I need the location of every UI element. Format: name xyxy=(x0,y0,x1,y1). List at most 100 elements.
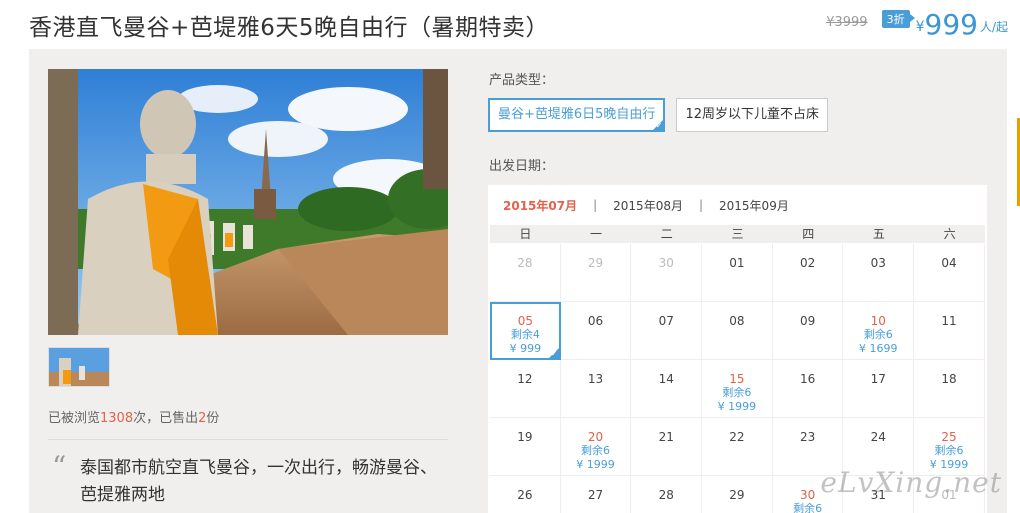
day-number: 07 xyxy=(658,314,674,328)
calendar-day-available[interactable]: 05 剩余4 ¥ 999 ✓ xyxy=(490,302,561,360)
day-number: 28 xyxy=(517,256,533,270)
stats-prefix: 已被浏览 xyxy=(48,411,101,426)
weekday-label: 五 xyxy=(872,227,885,241)
day-number: 04 xyxy=(941,256,957,270)
product-panel: 已被浏览1308次，已售出2份 “ 泰国都市航空直飞曼谷，一次出行，畅游曼谷、芭… xyxy=(29,49,1007,513)
calendar-day: 21 xyxy=(631,418,703,476)
day-number: 01 xyxy=(729,256,745,270)
discount-badge: 3折 xyxy=(881,10,915,28)
product-type-label: 产品类型： xyxy=(489,73,555,88)
stats-mid: 次，已售出 xyxy=(133,411,199,426)
current-price: 999 xyxy=(924,8,978,41)
day-number: 03 xyxy=(870,256,886,270)
product-page: 香港直飞曼谷+芭堤雅6天5晚自由行（暑期特卖） ¥3999 3折 ¥ 999 人… xyxy=(0,0,1020,513)
remaining-seats: 剩余6 xyxy=(581,444,611,457)
day-number: 02 xyxy=(799,256,816,270)
day-number: 21 xyxy=(658,430,674,444)
calendar-day: 04 xyxy=(914,244,985,302)
quote-icon: “ xyxy=(52,450,67,483)
day-number: 12 xyxy=(517,372,533,386)
view-stats: 已被浏览1308次，已售出2份 xyxy=(48,407,219,426)
day-number: 29 xyxy=(587,256,604,270)
remaining-seats: 剩余6 xyxy=(863,328,893,341)
calendar-day: 27 xyxy=(561,476,632,513)
calendar-day-available[interactable]: 15 剩余6 ¥ 1999 xyxy=(702,360,773,418)
calendar-day: 14 xyxy=(631,360,703,418)
calendar-day: 19 xyxy=(490,418,561,476)
page-title: 香港直飞曼谷+芭堤雅6天5晚自由行（暑期特卖） xyxy=(29,15,550,41)
month-separator: | xyxy=(698,198,704,212)
day-number: 27 xyxy=(587,488,604,502)
calendar-day: 09 xyxy=(772,302,844,360)
day-number: 29 xyxy=(729,488,745,502)
departure-date-label: 出发日期： xyxy=(489,159,555,174)
day-number: 22 xyxy=(729,430,745,444)
view-count: 1308 xyxy=(100,411,134,426)
remaining-seats: 剩余6 xyxy=(722,386,752,399)
calendar-day: 17 xyxy=(843,360,915,418)
watermark-logo: eLvXing.net xyxy=(820,466,1002,499)
intro-text: 泰国都市航空直飞曼谷，一次出行，畅游曼谷、芭提雅两地 xyxy=(80,458,437,505)
month-tab-2015-09[interactable]: 2015年09月 xyxy=(719,197,789,214)
calendar-day: 16 xyxy=(772,360,844,418)
calendar-day: 07 xyxy=(631,302,703,360)
month-separator: | xyxy=(593,198,598,212)
day-number: 10 xyxy=(870,314,886,328)
day-number: 06 xyxy=(587,314,604,328)
calendar-day: 29 xyxy=(702,476,773,513)
currency-symbol: ¥ xyxy=(915,19,925,35)
price-unit: 人/起 xyxy=(979,20,1008,34)
price-box: ¥3999 3折 ¥ 999 人/起 xyxy=(826,6,1008,40)
calendar-day: 11 xyxy=(914,302,985,360)
product-type-option-child[interactable]: 12周岁以下儿童不占床 xyxy=(676,98,828,132)
month-tab-2015-07[interactable]: 2015年07月 xyxy=(503,197,577,214)
calendar-day: 01 xyxy=(702,244,773,302)
calendar-day-available[interactable]: 10 剩余6 ¥ 1699 xyxy=(843,302,915,360)
day-number: 25 xyxy=(941,430,957,444)
month-tab-2015-08[interactable]: 2015年08月 xyxy=(613,197,683,214)
day-number: 17 xyxy=(870,372,886,386)
day-number: 16 xyxy=(799,372,816,386)
product-type-options: 曼谷+芭堤雅6日5晚自由行 ✓ 12周岁以下儿童不占床 xyxy=(488,98,828,132)
photo-thumbnail[interactable] xyxy=(48,347,110,387)
weekday-label: 四 xyxy=(802,227,815,241)
product-type-option-label: 12周岁以下儿童不占床 xyxy=(685,107,819,122)
calendar-day: 22 xyxy=(702,418,773,476)
weekday-label: 二 xyxy=(660,227,673,241)
day-number: 28 xyxy=(658,488,674,502)
calendar-day: 28 xyxy=(631,476,703,513)
weekday-header: 日 一 二 三 四 五 六 xyxy=(490,225,985,243)
calendar-day: 18 xyxy=(914,360,985,418)
day-number: 30 xyxy=(658,256,674,270)
product-type-option-adult[interactable]: 曼谷+芭堤雅6日5晚自由行 ✓ xyxy=(488,98,666,132)
month-tabs: 2015年07月 | 2015年08月 | 2015年09月 xyxy=(488,185,987,225)
day-number: 20 xyxy=(587,430,604,444)
departure-calendar: 2015年07月 | 2015年08月 | 2015年09月 日 一 二 三 四… xyxy=(488,185,987,513)
main-photo[interactable] xyxy=(48,69,448,335)
day-number: 24 xyxy=(870,430,886,444)
remaining-seats: 剩余6 xyxy=(934,444,964,457)
day-number: 19 xyxy=(517,430,533,444)
weekday-label: 三 xyxy=(731,227,744,241)
day-number: 14 xyxy=(658,372,674,386)
day-number: 15 xyxy=(729,372,745,386)
day-number: 09 xyxy=(799,314,816,328)
day-number: 08 xyxy=(729,314,745,328)
temple-photo-image xyxy=(48,69,448,335)
calendar-day: 28 xyxy=(490,244,561,302)
weekday-label: 一 xyxy=(590,227,603,241)
check-icon: ✓ xyxy=(550,349,558,358)
calendar-day: 30 xyxy=(631,244,703,302)
calendar-day: 13 xyxy=(560,360,632,418)
divider xyxy=(48,439,448,440)
day-number: 11 xyxy=(941,314,957,328)
remaining-seats: 剩余6 xyxy=(793,502,823,513)
weekday-label: 六 xyxy=(943,227,956,241)
check-icon: ✓ xyxy=(655,121,663,130)
calendar-day: 29 xyxy=(560,244,632,302)
calendar-day-available[interactable]: 20 剩余6 ¥ 1999 xyxy=(560,418,632,476)
original-price: ¥3999 xyxy=(826,15,868,30)
thumbnail-image xyxy=(49,348,109,386)
day-number: 05 xyxy=(517,314,533,328)
calendar-day: 03 xyxy=(843,244,915,302)
